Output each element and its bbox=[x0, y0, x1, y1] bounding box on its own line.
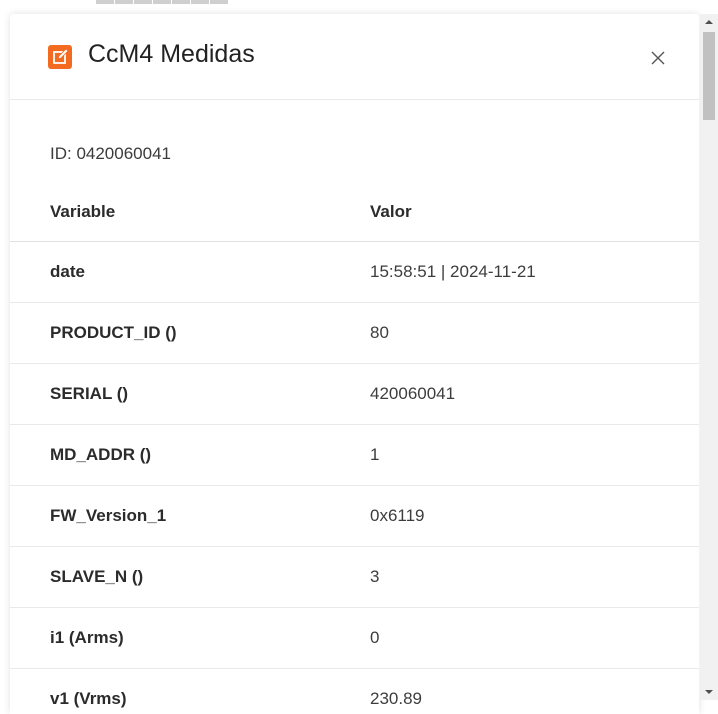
table-row: v1 (Vrms) 230.89 bbox=[10, 669, 699, 714]
measurements-modal: CcM4 Medidas ID: 0420060041 Variable Val… bbox=[10, 14, 699, 714]
value-cell: 230.89 bbox=[370, 689, 422, 708]
value-cell: 420060041 bbox=[370, 384, 456, 403]
column-header-variable: Variable bbox=[50, 201, 116, 221]
variable-cell: date bbox=[50, 262, 85, 281]
variable-cell: SERIAL () bbox=[50, 384, 129, 403]
scroll-up-arrow-icon[interactable] bbox=[700, 14, 718, 30]
measurements-table: Variable Valor date 15:58:51 | 2024-11-2… bbox=[10, 182, 699, 714]
scrollbar-thumb[interactable] bbox=[703, 32, 715, 120]
column-header-value: Valor bbox=[370, 201, 412, 221]
value-cell: 3 bbox=[370, 567, 380, 586]
table-row: i1 (Arms) 0 bbox=[10, 608, 699, 669]
device-id: ID: 0420060041 bbox=[50, 144, 171, 163]
variable-cell: SLAVE_N () bbox=[50, 567, 144, 586]
background-text-fragment: ▬▬▬▬▬▬▬ bbox=[96, 0, 236, 10]
table-row: SLAVE_N () 3 bbox=[10, 547, 699, 608]
modal-header: CcM4 Medidas bbox=[10, 14, 699, 100]
variable-cell: FW_Version_1 bbox=[50, 506, 167, 525]
value-cell: 0 bbox=[370, 628, 380, 647]
table-row: PRODUCT_ID () 80 bbox=[10, 303, 699, 364]
table-row: FW_Version_1 0x6119 bbox=[10, 486, 699, 547]
value-cell: 80 bbox=[370, 323, 389, 342]
value-cell: 0x6119 bbox=[370, 506, 425, 525]
table-row: SERIAL () 420060041 bbox=[10, 364, 699, 425]
table-row: MD_ADDR () 1 bbox=[10, 425, 699, 486]
variable-cell: i1 (Arms) bbox=[50, 628, 124, 647]
table-row: date 15:58:51 | 2024-11-21 bbox=[10, 242, 699, 303]
variable-cell: v1 (Vrms) bbox=[50, 689, 127, 708]
variable-cell: PRODUCT_ID () bbox=[50, 323, 177, 342]
scroll-down-arrow-icon[interactable] bbox=[700, 684, 718, 700]
edit-icon bbox=[48, 45, 72, 69]
modal-title: CcM4 Medidas bbox=[88, 40, 255, 68]
vertical-scrollbar[interactable] bbox=[700, 14, 718, 700]
close-icon[interactable] bbox=[646, 46, 670, 70]
value-cell: 15:58:51 | 2024-11-21 bbox=[370, 262, 536, 281]
table-header-row: Variable Valor bbox=[10, 182, 699, 242]
variable-cell: MD_ADDR () bbox=[50, 445, 152, 464]
value-cell: 1 bbox=[370, 445, 380, 464]
